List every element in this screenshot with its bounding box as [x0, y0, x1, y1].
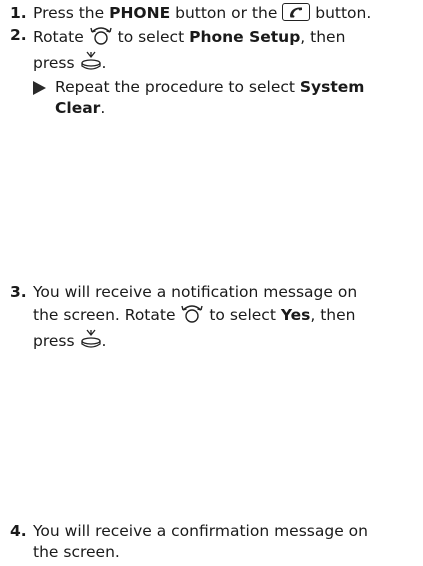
- step-text: Rotate to select Phone Setup, then press…: [33, 25, 418, 77]
- interface-dial-rotate-icon: [180, 303, 204, 329]
- step-number: 2.: [10, 26, 27, 44]
- step-3: 3. You will receive a notification messa…: [10, 282, 418, 355]
- step-text: You will receive a confirmation message …: [33, 522, 368, 561]
- step-number: 1.: [10, 4, 27, 22]
- step-4: 4. You will receive a confirmation messa…: [10, 521, 418, 563]
- play-arrow-icon: [33, 81, 46, 95]
- interface-dial-press-icon: [80, 329, 102, 355]
- step-text: Press the PHONE button or the button.: [33, 3, 372, 22]
- sub-instruction: Repeat the procedure to select System Cl…: [33, 77, 418, 119]
- step-2: 2. Rotate to select Phone Setup, then pr…: [10, 25, 418, 119]
- interface-dial-rotate-icon: [89, 25, 113, 51]
- phone-button-label: PHONE: [109, 4, 171, 22]
- step-text: You will receive a notification message …: [33, 282, 418, 355]
- phone-handset-button-icon: [282, 3, 311, 21]
- step-1: 1. Press the PHONE button or the button.: [10, 3, 418, 24]
- yes-label: Yes: [280, 306, 311, 324]
- step-number: 3.: [10, 283, 27, 301]
- step-number: 4.: [10, 522, 27, 540]
- interface-dial-press-icon: [80, 51, 102, 77]
